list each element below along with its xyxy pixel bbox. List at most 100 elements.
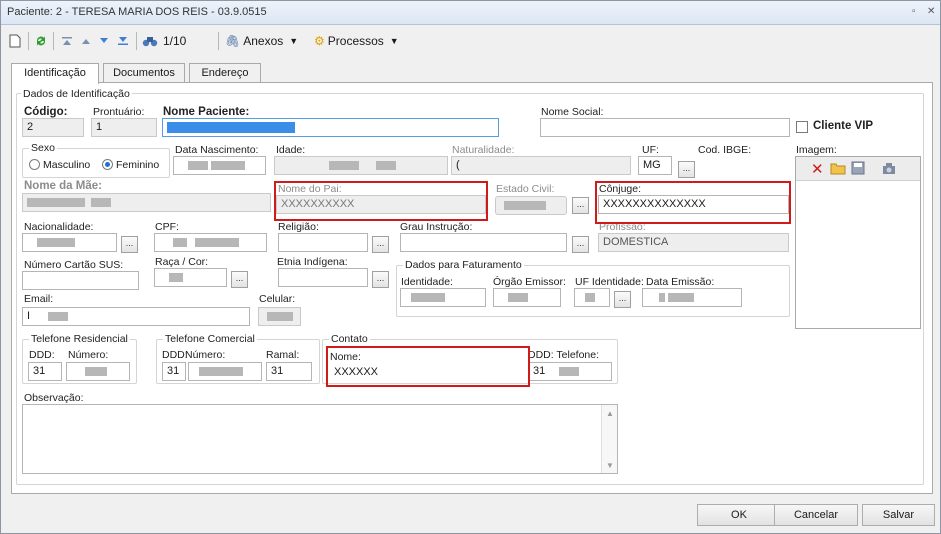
ddd-label: DDD:	[162, 349, 188, 361]
raca-cor-label: Raça / Cor:	[155, 256, 209, 268]
feminino-radio[interactable]: Feminino	[102, 159, 159, 171]
sexo-label: Sexo	[29, 142, 57, 154]
prontuario-label: Prontuário:	[93, 106, 145, 118]
identidade-label: Identidade:	[401, 276, 453, 288]
ok-button[interactable]: OK	[697, 504, 781, 526]
refresh-icon[interactable]	[34, 32, 48, 50]
contato-telefone-field[interactable]: 31	[528, 362, 612, 381]
tel-comercial-title: Telefone Comercial	[163, 333, 257, 345]
processes-icon: ⚙	[314, 34, 325, 48]
anexos-label: Anexos	[243, 34, 284, 48]
idade-field[interactable]	[274, 156, 448, 175]
raca-cor-lookup-button[interactable]: ...	[231, 271, 248, 288]
religiao-field[interactable]	[278, 233, 368, 252]
previous-record-icon[interactable]	[80, 32, 92, 50]
new-document-icon[interactable]	[9, 32, 21, 50]
processos-label: Processos	[327, 34, 384, 48]
uf-identidade-lookup-button[interactable]: ...	[614, 291, 631, 308]
save-icon[interactable]	[851, 161, 865, 178]
nacionalidade-field[interactable]	[22, 233, 117, 252]
processos-menu[interactable]: ⚙ Processos ▼	[314, 32, 399, 50]
uf-label: UF:	[642, 144, 659, 156]
cpf-label: CPF:	[155, 221, 179, 233]
observacao-field[interactable]: ▲ ▼	[22, 404, 618, 474]
last-record-icon[interactable]	[117, 32, 129, 50]
uf-field[interactable]: MG	[638, 156, 672, 175]
numero-comercial-field[interactable]	[188, 362, 262, 381]
cod-ibge-lookup-button[interactable]: ...	[678, 161, 695, 178]
celular-field[interactable]	[258, 307, 301, 326]
ddd-comercial-field[interactable]: 31	[162, 362, 186, 381]
ddd-telefone-label: DDD: Telefone:	[528, 349, 600, 361]
naturalidade-label: Naturalidade:	[452, 144, 515, 156]
nome-mae-label: Nome da Mãe:	[24, 180, 102, 192]
tab-endereco[interactable]: Endereço	[189, 63, 261, 83]
scroll-down-icon[interactable]: ▼	[606, 461, 614, 470]
estado-civil-label: Estado Civil:	[496, 183, 555, 195]
masculino-radio[interactable]: Masculino	[29, 159, 90, 171]
nome-paciente-field[interactable]	[162, 118, 499, 137]
salvar-button[interactable]: Salvar	[862, 504, 935, 526]
identificacao-panel: Dados de Identificação Código: 2 Prontuá…	[11, 82, 933, 494]
cpf-field[interactable]	[154, 233, 267, 252]
naturalidade-field[interactable]: (	[451, 156, 631, 175]
ddd-residencial-field[interactable]: 31	[28, 362, 62, 381]
codigo-field[interactable]: 2	[22, 118, 84, 137]
nome-mae-field[interactable]	[22, 193, 271, 212]
data-emissao-field[interactable]	[642, 288, 742, 307]
cliente-vip-label: Cliente VIP	[813, 120, 874, 132]
cartao-sus-field[interactable]	[22, 271, 139, 290]
uf-identidade-field[interactable]	[574, 288, 610, 307]
imagem-toolbar: ✕	[796, 157, 920, 181]
profissao-field[interactable]: DOMESTICA	[598, 233, 789, 252]
etnia-lookup-button[interactable]: ...	[372, 271, 389, 288]
restore-icon[interactable]: ▫	[912, 6, 916, 17]
close-icon[interactable]: ✕	[927, 6, 935, 17]
grau-instrucao-lookup-button[interactable]: ...	[572, 236, 589, 253]
delete-icon[interactable]: ✕	[811, 160, 824, 178]
ramal-field[interactable]: 31	[266, 362, 312, 381]
search-binoculars-icon[interactable]	[142, 32, 158, 50]
anexos-menu[interactable]: 🖇 Anexos ▼	[225, 32, 298, 50]
nome-paciente-label: Nome Paciente:	[163, 106, 250, 118]
tab-documentos[interactable]: Documentos	[103, 63, 185, 83]
grau-instrucao-field[interactable]	[400, 233, 567, 252]
email-field[interactable]: I	[22, 307, 250, 326]
attachment-icon: 🖇	[225, 34, 241, 48]
etnia-field[interactable]	[278, 268, 368, 287]
raca-cor-field[interactable]	[154, 268, 227, 287]
faturamento-title: Dados para Faturamento	[403, 259, 524, 271]
tab-identificacao[interactable]: Identificação	[11, 63, 99, 84]
numero-residencial-field[interactable]	[66, 362, 130, 381]
chevron-down-icon: ▼	[389, 36, 399, 46]
celular-label: Celular:	[259, 293, 296, 305]
camera-icon[interactable]	[882, 161, 896, 178]
observacao-scrollbar[interactable]: ▲ ▼	[601, 405, 617, 473]
prontuario-field[interactable]: 1	[91, 118, 157, 137]
uf-identidade-label: UF Identidade:	[575, 276, 644, 288]
identidade-field[interactable]	[400, 288, 486, 307]
nacionalidade-label: Nacionalidade:	[24, 221, 94, 233]
cliente-vip-checkbox[interactable]	[796, 121, 808, 133]
religiao-lookup-button[interactable]: ...	[372, 236, 389, 253]
next-record-icon[interactable]	[98, 32, 110, 50]
first-record-icon[interactable]	[61, 32, 73, 50]
observacao-label: Observação:	[24, 392, 84, 404]
data-nascimento-field[interactable]	[173, 156, 266, 175]
estado-civil-field[interactable]	[495, 196, 567, 215]
toolbar: 1/10 🖇 Anexos ▼ ⚙ Processos ▼	[1, 26, 940, 56]
highlight-nome-pai	[274, 181, 488, 221]
codigo-label: Código:	[24, 106, 68, 118]
cancelar-button[interactable]: Cancelar	[774, 504, 858, 526]
section-title: Dados de Identificação	[21, 88, 132, 100]
orgao-emissor-field[interactable]	[493, 288, 561, 307]
record-position: 1/10	[163, 34, 187, 48]
nome-social-field[interactable]	[540, 118, 790, 137]
contato-title: Contato	[329, 333, 370, 345]
nacionalidade-lookup-button[interactable]: ...	[121, 236, 138, 253]
data-nascimento-label: Data Nascimento:	[175, 144, 259, 156]
scroll-up-icon[interactable]: ▲	[606, 409, 614, 418]
open-folder-icon[interactable]	[830, 161, 846, 178]
estado-civil-lookup-button[interactable]: ...	[572, 197, 589, 214]
data-emissao-label: Data Emissão:	[646, 276, 715, 288]
